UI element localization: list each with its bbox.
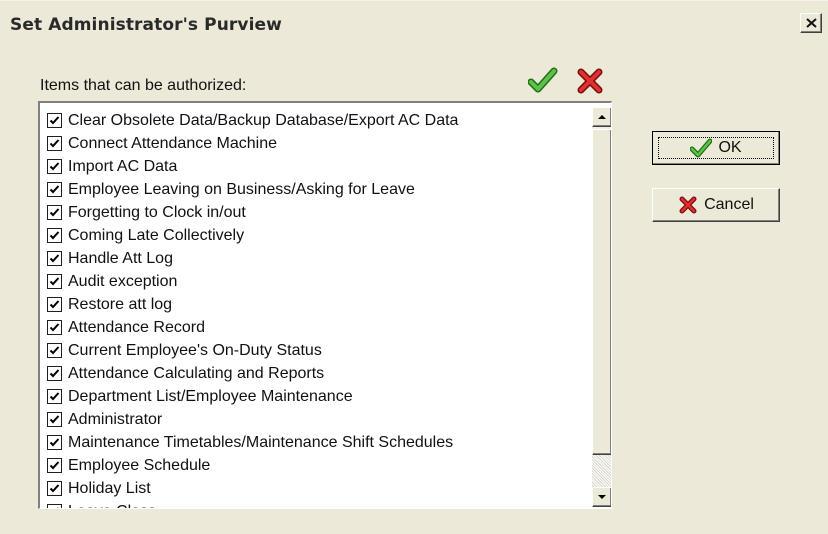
checkmark-icon: [49, 231, 60, 240]
checkbox[interactable]: [47, 251, 62, 266]
list-item[interactable]: Restore att log: [40, 293, 580, 316]
checkmark-icon: [49, 116, 60, 125]
list-item-label: Audit exception: [68, 272, 178, 290]
checkmark-icon: [49, 254, 60, 263]
x-icon: [679, 196, 697, 214]
list-item-label: Employee Leaving on Business/Asking for …: [68, 180, 415, 198]
scroll-up-button[interactable]: [592, 107, 611, 127]
list-item[interactable]: Attendance Record: [40, 316, 580, 339]
list-item-label: Leave Class: [68, 503, 156, 509]
list-item[interactable]: Maintenance Timetables/Maintenance Shift…: [40, 431, 580, 454]
cancel-button[interactable]: Cancel: [652, 188, 780, 222]
checkmark-icon: [57, 507, 59, 508]
list-item-label: Employee Schedule: [68, 456, 211, 474]
list-item[interactable]: Import AC Data: [40, 155, 580, 178]
checkmark-icon: [49, 208, 60, 217]
checkmark-icon: [49, 415, 60, 424]
checkmark-icon: [49, 323, 60, 332]
list-item[interactable]: Holiday List: [40, 477, 580, 500]
authorization-list[interactable]: Clear Obsolete Data/Backup Database/Expo…: [38, 101, 612, 509]
list-item-label: Holiday List: [68, 479, 151, 497]
vertical-scrollbar[interactable]: [592, 107, 611, 507]
checkmark-icon: [49, 346, 60, 355]
cancel-label: Cancel: [704, 196, 754, 213]
checkbox[interactable]: [47, 136, 62, 151]
checkbox[interactable]: [47, 412, 62, 427]
list-item-label: Restore att log: [68, 295, 173, 313]
checkbox[interactable]: [47, 205, 62, 220]
list-item-label: Handle Att Log: [68, 249, 173, 267]
list-item-label: Attendance Record: [68, 318, 205, 336]
list-item-label: Connect Attendance Machine: [68, 134, 278, 152]
list-item-label: Department List/Employee Maintenance: [68, 387, 353, 405]
checkbox[interactable]: [47, 113, 62, 128]
dialog-window: Set Administrator's Purview Items that c…: [0, 0, 828, 534]
checkbox[interactable]: [47, 159, 62, 174]
title-bar: Set Administrator's Purview: [2, 3, 826, 43]
list-item-label: Clear Obsolete Data/Backup Database/Expo…: [68, 111, 459, 129]
list-item-label: Coming Late Collectively: [68, 226, 245, 244]
list-item-label: Import AC Data: [68, 157, 178, 175]
checkbox[interactable]: [47, 481, 62, 496]
list-item-label: Forgetting to Clock in/out: [68, 203, 246, 221]
arrow-up-icon: [598, 115, 606, 119]
list-item[interactable]: Employee Leaving on Business/Asking for …: [40, 178, 580, 201]
list-item[interactable]: Coming Late Collectively: [40, 224, 580, 247]
list-item[interactable]: Clear Obsolete Data/Backup Database/Expo…: [40, 109, 580, 132]
list-item[interactable]: Attendance Calculating and Reports: [40, 362, 580, 385]
select-all-check-icon[interactable]: [528, 67, 558, 95]
list-item[interactable]: Department List/Employee Maintenance: [40, 385, 580, 408]
list-item[interactable]: Employee Schedule: [40, 454, 580, 477]
checkbox[interactable]: [47, 274, 62, 289]
close-icon: [806, 18, 817, 28]
arrow-down-icon: [598, 495, 606, 499]
list-item-label: Maintenance Timetables/Maintenance Shift…: [68, 433, 454, 451]
list-item-label: Attendance Calculating and Reports: [68, 364, 325, 382]
items-container: Clear Obsolete Data/Backup Database/Expo…: [40, 109, 580, 509]
checkbox[interactable]: [47, 504, 62, 508]
checkbox[interactable]: [47, 182, 62, 197]
scroll-thumb[interactable]: [592, 129, 611, 455]
list-item[interactable]: Audit exception: [40, 270, 580, 293]
checkmark-icon: [49, 277, 60, 286]
checkbox[interactable]: [47, 343, 62, 358]
list-item-label: Administrator: [68, 410, 163, 428]
checkmark-icon: [49, 300, 60, 309]
checkmark-icon: [49, 461, 60, 470]
scroll-track[interactable]: [592, 455, 611, 487]
checkmark-icon: [49, 392, 60, 401]
list-item[interactable]: Forgetting to Clock in/out: [40, 201, 580, 224]
checkbox[interactable]: [47, 297, 62, 312]
checkmark-icon: [49, 369, 60, 378]
checkmark-icon: [49, 484, 60, 493]
checkbox[interactable]: [47, 320, 62, 335]
deselect-all-x-icon[interactable]: [576, 67, 604, 95]
window-title: Set Administrator's Purview: [10, 15, 282, 35]
checkbox[interactable]: [47, 366, 62, 381]
list-item[interactable]: Connect Attendance Machine: [40, 132, 580, 155]
checkmark-icon: [49, 438, 60, 447]
checkbox[interactable]: [47, 389, 62, 404]
items-label: Items that can be authorized:: [40, 77, 247, 94]
ok-button[interactable]: OK: [652, 131, 780, 165]
list-item[interactable]: Leave Class: [40, 500, 580, 509]
list-item-label: Current Employee's On-Duty Status: [68, 341, 322, 359]
list-item[interactable]: Current Employee's On-Duty Status: [40, 339, 580, 362]
checkmark-icon: [49, 139, 60, 148]
checkmark-icon: [49, 185, 60, 194]
list-item[interactable]: Administrator: [40, 408, 580, 431]
checkmark-icon: [49, 162, 60, 171]
focus-rect: [658, 137, 774, 159]
checkbox[interactable]: [47, 458, 62, 473]
close-button[interactable]: [800, 13, 822, 33]
list-item[interactable]: Handle Att Log: [40, 247, 580, 270]
checkbox[interactable]: [47, 228, 62, 243]
scroll-down-button[interactable]: [592, 487, 611, 507]
checkbox[interactable]: [47, 435, 62, 450]
